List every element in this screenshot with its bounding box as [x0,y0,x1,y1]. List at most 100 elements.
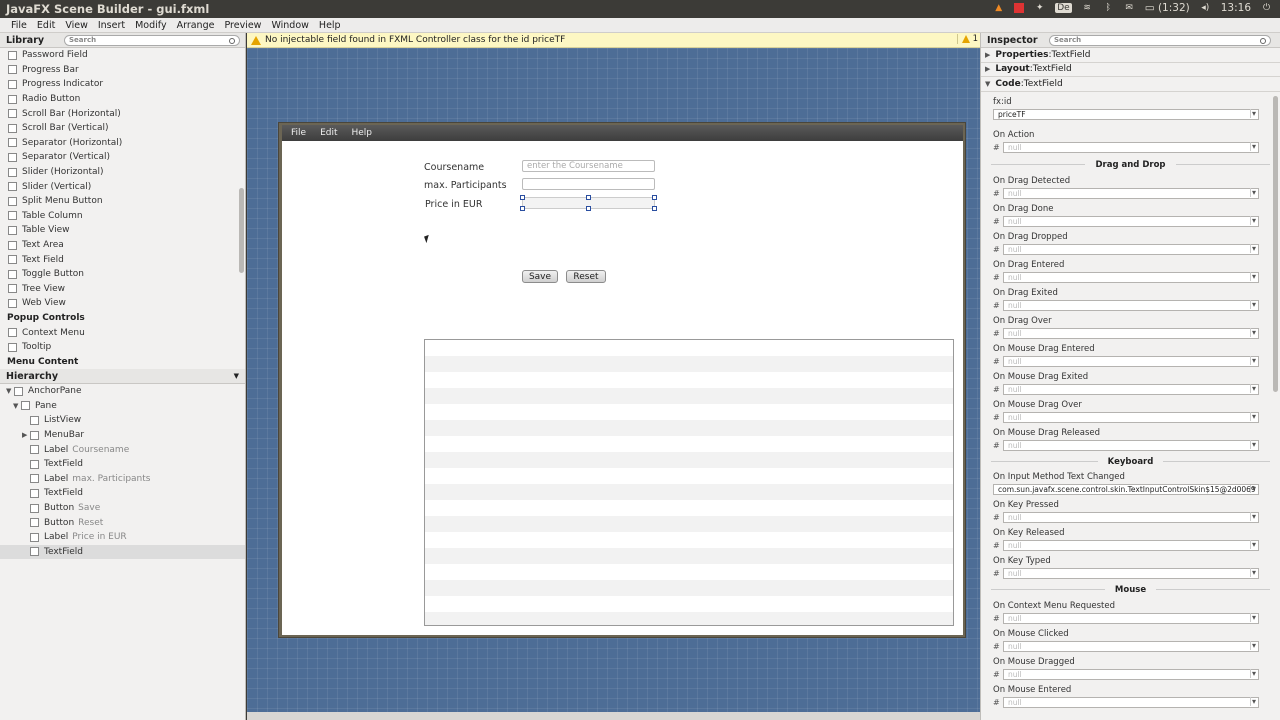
event-handler-combo[interactable]: null [1003,439,1259,451]
library-search-input[interactable]: Search [64,34,240,46]
wifi-icon[interactable]: ≋ [1082,3,1093,14]
fxid-combo[interactable]: priceTF [993,108,1259,120]
volume-icon[interactable]: ◂) [1200,3,1211,14]
input-method-combo[interactable]: com.sun.javafx.scene.control.skin.TextIn… [993,483,1259,495]
coursename-field[interactable]: enter the Coursename [522,160,655,172]
event-handler-combo[interactable]: null [1003,668,1259,680]
library-item[interactable]: Progress Bar [0,63,245,78]
participants-field[interactable] [522,178,655,190]
menu-edit[interactable]: Edit [32,18,60,33]
form-menu-help[interactable]: Help [345,128,380,138]
power-icon[interactable]: ⏻ [1261,3,1272,14]
coursename-label[interactable]: Coursename [424,162,484,173]
menu-file[interactable]: File [0,18,32,33]
list-row[interactable] [425,340,953,356]
library-item[interactable]: Separator (Vertical) [0,150,245,165]
hierarchy-node[interactable]: TextField [0,544,245,560]
resize-handle[interactable] [520,206,525,211]
event-handler-combo[interactable]: null [1003,243,1259,255]
event-handler-combo[interactable]: null [1003,696,1259,708]
menu-window[interactable]: Window [266,18,313,33]
menu-help[interactable]: Help [314,18,346,33]
keyboard-layout-indicator[interactable]: De [1055,3,1072,13]
library-item[interactable]: Table Column [0,209,245,224]
list-row[interactable] [425,500,953,516]
inspector-section-layout[interactable]: ▶ Layout : TextField [981,63,1280,77]
list-row[interactable] [425,564,953,580]
list-row[interactable] [425,548,953,564]
on-action-combo[interactable]: null [1003,141,1259,153]
hierarchy-node[interactable]: Label Price in EUR [0,530,245,545]
library-item[interactable]: Separator (Horizontal) [0,136,245,151]
inspector-scrollbar[interactable] [1273,95,1278,392]
library-item[interactable]: Tooltip [0,340,245,355]
list-row[interactable] [425,436,953,452]
library-item[interactable]: Web View [0,296,245,311]
event-handler-combo[interactable]: null [1003,411,1259,423]
list-row[interactable] [425,420,953,436]
list-row[interactable] [425,580,953,596]
library-item[interactable]: Text Field [0,252,245,267]
event-handler-combo[interactable]: null [1003,567,1259,579]
bluetooth-icon[interactable]: ᛒ [1103,3,1114,14]
warning-count-button[interactable]: 1 [956,34,978,44]
library-item[interactable]: Toggle Button [0,267,245,282]
list-row[interactable] [425,372,953,388]
battery-indicator[interactable]: ▭ (1:32) [1145,2,1190,14]
form-menu-file[interactable]: File [282,128,313,138]
library-item[interactable]: Radio Button [0,92,245,107]
list-row[interactable] [425,468,953,484]
chevron-down-icon[interactable]: ▼ [6,387,14,395]
event-handler-combo[interactable]: null [1003,327,1259,339]
event-handler-combo[interactable]: null [1003,539,1259,551]
resize-handle[interactable] [652,206,657,211]
clock[interactable]: 13:16 [1221,2,1251,14]
event-handler-combo[interactable]: null [1003,299,1259,311]
vlc-icon[interactable]: ▲ [993,3,1004,14]
hierarchy-node[interactable]: Label Coursename [0,442,245,457]
mail-icon[interactable]: ✉ [1124,3,1135,14]
event-handler-combo[interactable]: null [1003,215,1259,227]
form-menubar[interactable]: File Edit Help [282,125,963,141]
participants-label[interactable]: max. Participants [424,180,507,191]
event-handler-combo[interactable]: null [1003,612,1259,624]
list-row[interactable] [425,404,953,420]
chevron-down-icon[interactable]: ▼ [234,372,239,380]
form-menu-edit[interactable]: Edit [313,128,344,138]
menu-arrange[interactable]: Arrange [172,18,220,33]
inspector-section-code[interactable]: ▼ Code : TextField [981,77,1280,92]
library-item[interactable]: Slider (Horizontal) [0,165,245,180]
menu-insert[interactable]: Insert [93,18,130,33]
resize-handle[interactable] [652,195,657,200]
chevron-down-icon[interactable]: ▼ [13,402,21,410]
resize-handle[interactable] [586,206,591,211]
inspector-search-input[interactable]: Search [1049,34,1271,46]
library-item[interactable]: Context Menu [0,325,245,340]
list-row[interactable] [425,532,953,548]
library-item[interactable]: Scroll Bar (Horizontal) [0,106,245,121]
library-section-popup[interactable]: Popup Controls [0,311,245,326]
library-item[interactable]: Scroll Bar (Vertical) [0,121,245,136]
list-row[interactable] [425,356,953,372]
hierarchy-node[interactable]: TextField [0,457,245,472]
menu-modify[interactable]: Modify [130,18,171,33]
library-item[interactable]: Split Menu Button [0,194,245,209]
menu-preview[interactable]: Preview [219,18,266,33]
event-handler-combo[interactable]: null [1003,187,1259,199]
list-row[interactable] [425,516,953,532]
library-item[interactable]: Table View [0,223,245,238]
hierarchy-node[interactable]: ▶ MenuBar [0,428,245,443]
price-label[interactable]: Price in EUR [425,199,482,210]
hierarchy-node[interactable]: Button Reset [0,515,245,530]
library-item[interactable]: Password Field [0,48,245,63]
canvas-horizontal-scrollbar[interactable] [247,712,980,720]
hierarchy-node[interactable]: ▼ AnchorPane [0,384,245,399]
save-button[interactable]: Save [522,270,558,283]
hierarchy-node[interactable]: Label max. Participants [0,472,245,487]
menu-view[interactable]: View [60,18,93,33]
price-field-selected[interactable] [520,195,657,211]
library-item[interactable]: Progress Indicator [0,77,245,92]
event-handler-combo[interactable]: null [1003,355,1259,367]
list-row[interactable] [425,388,953,404]
list-row[interactable] [425,452,953,468]
